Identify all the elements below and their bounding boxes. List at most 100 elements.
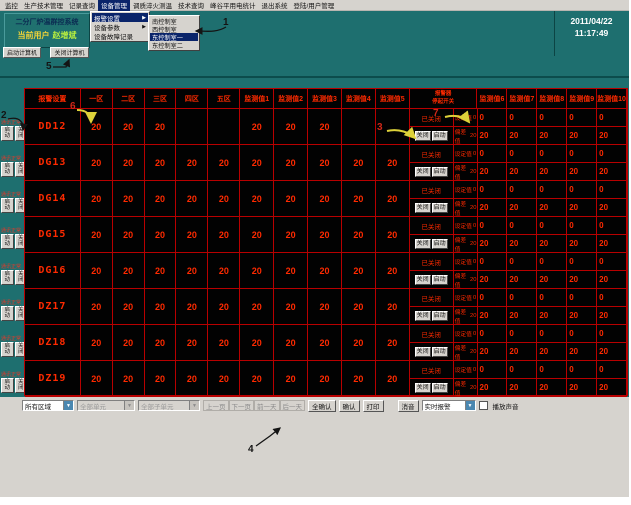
menubar-item-3[interactable]: 设备管理 (98, 0, 130, 11)
alarm-start-button[interactable]: 启动 (432, 167, 448, 177)
nav-button-1[interactable]: 下一页 (229, 400, 255, 411)
device-start-button[interactable]: 启动 (1, 162, 14, 177)
mute-button[interactable]: 消音 (398, 400, 419, 412)
device-id: DZ17 (25, 289, 81, 325)
monitor-value: 20 (342, 253, 376, 289)
shutdown-computer-button[interactable]: 关闭计算机 (50, 47, 89, 58)
alarm-close-button[interactable]: 关闭 (415, 131, 431, 141)
dropdown-arrow-icon[interactable]: ▼ (124, 401, 134, 410)
set-col-value: 0 (507, 145, 536, 163)
submenu-item-label: 东控制室二 (152, 41, 183, 50)
device-start-button[interactable]: 启动 (1, 234, 14, 249)
set-col-value: 0 (478, 181, 507, 199)
subunit-filter-value: 全部子单元 (141, 401, 174, 411)
right-value-cell: 020 (507, 145, 537, 181)
device-comm-status: 通讯正常 (1, 119, 21, 126)
deviation-col-value: 20 (567, 235, 596, 252)
right-value-cell: 020 (537, 253, 567, 289)
device-id: DG13 (25, 145, 81, 181)
zone-value: 20 (81, 217, 113, 253)
right-value-cell: 020 (507, 217, 537, 253)
device-id: DG16 (25, 253, 81, 289)
unit-filter-select[interactable]: 全部单元 ▼ (77, 400, 135, 411)
alarm-start-button[interactable]: 启动 (432, 239, 448, 249)
confirm-button[interactable]: 确认 (339, 400, 360, 412)
dropdown-arrow-icon[interactable]: ▼ (63, 401, 73, 410)
right-value-cell: 020 (597, 289, 627, 325)
alarm-close-button[interactable]: 关闭 (415, 383, 431, 393)
dropdown-arrow-icon[interactable]: ▼ (189, 401, 199, 410)
deviation-label: 偏差值20 (454, 307, 477, 324)
monitor-value: 20 (274, 109, 308, 145)
nav-button-3[interactable]: 后一天 (280, 400, 306, 411)
monitor-value-header: 监测值6 (477, 89, 507, 109)
alarm-close-button[interactable]: 关闭 (415, 167, 431, 177)
alarm-close-button[interactable]: 关闭 (415, 347, 431, 357)
set-value-label: 设定值0 (454, 109, 477, 127)
dropdown-item-label: 设备故障记录 (94, 31, 133, 41)
set-col-value: 0 (597, 253, 626, 271)
device-start-button[interactable]: 启动 (1, 198, 14, 213)
alarm-start-button[interactable]: 启动 (432, 131, 448, 141)
alarm-start-button[interactable]: 启动 (432, 311, 448, 321)
deviation-label-text: 偏差值 (455, 235, 469, 253)
device-start-button[interactable]: 启动 (1, 306, 14, 321)
monitor-value: 20 (308, 181, 342, 217)
start-computer-button[interactable]: 启动计算机 (3, 47, 41, 58)
nav-button-2[interactable]: 前一天 (254, 400, 280, 411)
deviation-value: 20 (470, 205, 476, 211)
zone-header: 二区 (113, 89, 145, 109)
subunit-filter-select[interactable]: 全部子单元 ▼ (138, 400, 200, 411)
right-value-cell: 020 (537, 289, 567, 325)
dropdown-arrow-icon[interactable]: ▼ (465, 401, 475, 410)
alarm-start-button[interactable]: 启动 (432, 275, 448, 285)
setpoint-label-cell: 设定值0偏差值20 (454, 361, 478, 397)
device-start-button[interactable]: 启动 (1, 342, 14, 357)
menubar-item-6[interactable]: 峰谷平用电统计 (207, 0, 259, 11)
menubar-item-0[interactable]: 监控 (2, 0, 21, 11)
device-start-button[interactable]: 启动 (1, 126, 14, 141)
play-sound-checkbox[interactable] (479, 401, 488, 410)
device-comm-status: 通讯正常 (1, 263, 21, 270)
right-value-cell: 020 (507, 109, 537, 145)
deviation-col-value: 20 (478, 163, 507, 180)
deviation-col-value: 20 (567, 199, 596, 216)
alarm-mode-select[interactable]: 实时报警 ▼ (422, 400, 476, 411)
menubar-item-1[interactable]: 生产技术管理 (21, 0, 66, 11)
alarm-close-button[interactable]: 关闭 (415, 275, 431, 285)
submenu-arrow-icon: ▶ (142, 15, 146, 21)
zone-value: 20 (176, 289, 208, 325)
alarm-switch-buttons: 关闭启动 (410, 307, 453, 324)
device-start-button[interactable]: 启动 (1, 378, 14, 393)
monitor-value: 20 (376, 145, 410, 181)
menubar-item-5[interactable]: 技术查询 (175, 0, 207, 11)
submenu-item-3[interactable]: 东控制室二 (150, 41, 198, 49)
deviation-label: 偏差值20 (454, 127, 477, 144)
print-button[interactable]: 打印 (363, 400, 384, 412)
menubar-item-4[interactable]: 调质淬火测温 (130, 0, 175, 11)
set-col-value: 0 (478, 361, 507, 379)
dropdown-item-2[interactable]: 设备故障记录 (92, 31, 148, 40)
right-value-cell: 020 (567, 145, 597, 181)
confirm-all-button[interactable]: 全确认 (308, 400, 336, 412)
alarm-start-button[interactable]: 启动 (432, 383, 448, 393)
alarm-close-button[interactable]: 关闭 (415, 203, 431, 213)
set-col-value: 0 (507, 289, 536, 307)
deviation-label: 偏差值20 (454, 379, 477, 396)
set-value-label: 设定值0 (454, 253, 477, 271)
alarm-close-button[interactable]: 关闭 (415, 239, 431, 249)
alarm-start-button[interactable]: 启动 (432, 347, 448, 357)
alarm-close-button[interactable]: 关闭 (415, 311, 431, 321)
device-start-button[interactable]: 启动 (1, 270, 14, 285)
menubar-item-2[interactable]: 记录查询 (66, 0, 98, 11)
alarm-start-button[interactable]: 启动 (432, 203, 448, 213)
zone-value: 20 (81, 325, 113, 361)
area-filter-select[interactable]: 所有区域 ▼ (22, 400, 74, 411)
menubar-item-8[interactable]: 登陆/用户管理 (291, 0, 338, 11)
menubar-item-7[interactable]: 退出系统 (259, 0, 291, 11)
nav-button-0[interactable]: 上一页 (203, 400, 229, 411)
alarm-switch-cell: 已关闭关闭启动 (410, 325, 454, 361)
deviation-col-value: 20 (597, 343, 626, 360)
alarm-status: 已关闭 (410, 145, 453, 163)
alarm-switch-cell: 已关闭关闭启动 (410, 109, 454, 145)
